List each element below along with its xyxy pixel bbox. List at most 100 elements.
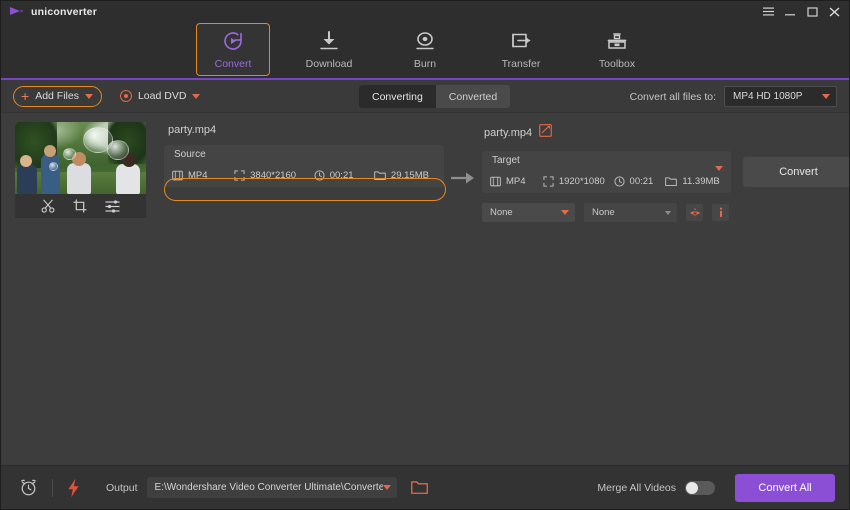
trim-icon[interactable] xyxy=(41,199,55,213)
close-icon[interactable] xyxy=(828,4,841,19)
tab-converted[interactable]: Converted xyxy=(435,85,511,108)
info-button[interactable] xyxy=(712,204,729,221)
target-format: MP4 xyxy=(490,176,543,187)
chevron-down-icon[interactable] xyxy=(192,93,201,99)
add-files-button[interactable]: + Add Files xyxy=(13,85,102,107)
source-file-name: party.mp4 xyxy=(168,124,217,136)
nav-tab-download-label: Download xyxy=(305,57,353,70)
window-controls xyxy=(762,4,845,19)
alarm-icon[interactable] xyxy=(19,478,38,497)
nav-tab-download[interactable]: Download xyxy=(292,23,366,76)
clock-icon xyxy=(314,169,325,181)
bottom-bar: Output E:\Wondershare Video Converter Ul… xyxy=(1,465,849,509)
target-resolution: 1920*1080 xyxy=(543,176,614,187)
crop-icon[interactable] xyxy=(73,199,87,213)
toolbox-icon xyxy=(605,29,629,53)
download-icon xyxy=(317,29,341,53)
target-options-row: None None xyxy=(482,203,849,222)
output-preset-select[interactable]: MP4 HD 1080P xyxy=(724,86,837,107)
target-duration: 00:21 xyxy=(613,175,666,187)
app-title: uniconverter xyxy=(31,5,97,18)
convert-all-button[interactable]: Convert All xyxy=(735,473,835,502)
target-resolution-value: 1920*1080 xyxy=(558,175,605,187)
load-dvd-label: Load DVD xyxy=(137,90,187,102)
target-title: Target xyxy=(492,155,520,166)
app-logo: uniconverter xyxy=(9,5,97,18)
nav-tab-toolbox[interactable]: Toolbox xyxy=(580,23,654,76)
resolution-icon xyxy=(234,169,245,181)
audio-select[interactable]: None xyxy=(584,203,677,222)
nav-tab-burn[interactable]: Burn xyxy=(388,23,462,76)
load-dvd-button[interactable]: Load DVD xyxy=(119,90,201,102)
rename-icon[interactable] xyxy=(539,124,552,142)
output-label: Output xyxy=(106,481,138,494)
high-speed-icon[interactable] xyxy=(67,478,80,498)
folder-icon xyxy=(374,170,386,180)
source-size: 29.15MB xyxy=(374,170,438,181)
menu-icon[interactable] xyxy=(762,4,775,19)
source-title: Source xyxy=(174,149,206,160)
target-block: party.mp4 Target MP4 1920*1080 00:21 11.… xyxy=(482,122,849,222)
status-tabs: Converting Converted xyxy=(359,85,511,108)
info-icon xyxy=(719,207,722,217)
thumbnail-block xyxy=(15,122,146,218)
subtitle-select[interactable]: None xyxy=(482,203,575,222)
nav-tab-convert-label: Convert xyxy=(214,57,252,70)
target-file-name: party.mp4 xyxy=(484,127,533,139)
target-size: 11.39MB xyxy=(665,176,722,187)
chevron-down-icon xyxy=(382,485,391,490)
output-path-select[interactable]: E:\Wondershare Video Converter Ultimate\… xyxy=(146,477,397,498)
target-size-value: 11.39MB xyxy=(682,175,720,187)
nav-tab-convert[interactable]: Convert xyxy=(196,22,270,76)
source-size-value: 29.15MB xyxy=(390,169,429,181)
nav-tab-transfer-label: Transfer xyxy=(501,57,541,70)
tab-converting[interactable]: Converting xyxy=(359,85,436,108)
chevron-down-icon xyxy=(561,210,569,215)
convert-all-to-label: Convert all files to: xyxy=(629,90,716,103)
source-meta-row: MP4 3840*2160 00:21 29.15MB xyxy=(172,165,438,185)
target-name-row: party.mp4 xyxy=(484,124,849,142)
output-preset-value: MP4 HD 1080P xyxy=(733,91,803,102)
arrow-right-icon xyxy=(451,172,474,184)
convert-icon xyxy=(221,29,245,53)
target-meta-row: MP4 1920*1080 00:21 11.39MB xyxy=(490,171,722,191)
play-logo-icon xyxy=(9,5,24,18)
merge-split-button[interactable] xyxy=(686,204,703,221)
burn-icon xyxy=(413,29,437,53)
minimize-icon[interactable] xyxy=(784,4,797,19)
plus-icon: + xyxy=(21,87,30,104)
chevron-down-icon[interactable] xyxy=(84,93,93,99)
nav-tab-burn-label: Burn xyxy=(413,57,437,70)
title-bar: uniconverter xyxy=(1,1,849,22)
file-list-area: party.mp4 Source MP4 3840*2160 00:21 29.… xyxy=(1,113,849,465)
merge-all-videos-label: Merge All Videos xyxy=(597,481,676,494)
uniconverter-window: uniconverter Convert Download Burn Trans… xyxy=(0,0,850,510)
resolution-icon xyxy=(543,175,554,187)
source-format-value: MP4 xyxy=(188,169,208,181)
open-folder-icon[interactable] xyxy=(410,480,428,495)
folder-icon xyxy=(665,176,678,186)
action-toolbar: + Add Files Load DVD Converting Converte… xyxy=(1,80,849,113)
convert-button[interactable]: Convert xyxy=(743,157,849,187)
source-block: party.mp4 Source MP4 3840*2160 00:21 29.… xyxy=(164,122,446,201)
target-main-row: Target MP4 1920*1080 00:21 11.39MB Conve… xyxy=(482,151,849,193)
conversion-arrow xyxy=(444,122,482,212)
nav-tab-transfer[interactable]: Transfer xyxy=(484,23,558,76)
transfer-icon xyxy=(512,33,531,47)
file-format-icon xyxy=(172,170,183,180)
chevron-down-icon xyxy=(822,94,830,99)
target-format-value: MP4 xyxy=(506,175,526,187)
source-format: MP4 xyxy=(172,170,234,181)
divider xyxy=(52,478,53,497)
add-files-label: Add Files xyxy=(35,90,79,102)
source-resolution-value: 3840*2160 xyxy=(250,169,297,181)
maximize-icon[interactable] xyxy=(806,4,819,19)
effect-icon[interactable] xyxy=(105,199,120,213)
nav-tabs: Convert Download Burn Transfer Toolbox xyxy=(196,22,654,78)
target-duration-value: 00:21 xyxy=(629,175,654,187)
main-navigation: Convert Download Burn Transfer Toolbox xyxy=(1,22,849,80)
target-chevron-down-icon[interactable] xyxy=(715,166,723,171)
video-thumbnail[interactable] xyxy=(15,122,146,194)
merge-all-videos-toggle[interactable] xyxy=(685,480,715,495)
chevron-down-icon xyxy=(665,210,671,215)
